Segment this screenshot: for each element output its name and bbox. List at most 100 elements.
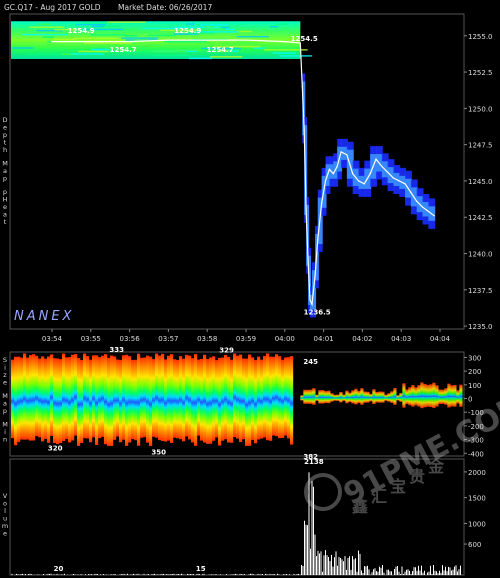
size-heat-column-post (450, 385, 453, 406)
size-heat-column-post (366, 392, 369, 403)
size-heat-column (134, 360, 137, 440)
size-heat-column (272, 357, 275, 436)
depth-heat-streak (37, 46, 48, 48)
depth-heat-streak (71, 53, 104, 55)
size-heat-column (260, 360, 263, 439)
size-heat-column (23, 353, 26, 439)
depth-heat-streak (78, 51, 108, 53)
size-heat-column (209, 357, 212, 443)
size-heat-column-post (441, 390, 444, 404)
price-point (333, 173, 334, 174)
size-heat-column (284, 358, 287, 436)
size-heat-column (194, 354, 197, 446)
size-heat-column-post (408, 387, 411, 405)
time-tick-label: 04:00 (275, 335, 295, 343)
size-heat-column (137, 354, 140, 446)
size-heat-column (38, 359, 41, 438)
depth-heat-streak (46, 32, 59, 33)
size-heat-column (248, 354, 251, 445)
watermark-logo-char: 汇 (371, 487, 387, 506)
depth-heat-streak (169, 42, 214, 44)
size-heat-column-post (312, 388, 315, 405)
volume-y-tick-label: 2000 (468, 469, 486, 477)
size-heat-column (146, 356, 149, 443)
watermark-logo-char: 鑫 (351, 497, 368, 516)
size-heat-column-post (423, 384, 426, 407)
size-heat-column (80, 360, 83, 443)
size-heat-column (245, 359, 248, 446)
size-heat-column-post (357, 391, 360, 403)
size-heat-column-post (399, 393, 402, 402)
side-label-char: e (3, 530, 7, 538)
price-point (422, 206, 423, 207)
size-heat-column-post (354, 389, 357, 405)
size-heat-column (161, 354, 164, 441)
depth-heat-streak (22, 34, 68, 36)
price-point (410, 192, 411, 193)
size-heat-column-post (378, 391, 381, 402)
depth-heat-streak (186, 23, 194, 25)
size-heat-column (275, 354, 278, 436)
size-heat-column (170, 354, 173, 443)
side-label-char: t (4, 218, 7, 226)
size-heat-column (17, 357, 20, 442)
side-label-char: p (3, 175, 7, 183)
price-point (309, 299, 310, 300)
size-heat-column (107, 358, 110, 446)
size-heat-column-post (420, 382, 423, 408)
depth-heat-streak (273, 52, 296, 54)
price-point (416, 201, 417, 202)
depth-map-axes: 1255.01252.51250.01247.51245.01242.51240… (464, 33, 493, 331)
time-tick-label: 03:56 (120, 335, 141, 343)
size-heat-column (167, 356, 170, 441)
price-point (284, 41, 285, 42)
size-heat-column-post (327, 391, 330, 404)
volume-y-tick-label: 1000 (468, 520, 486, 528)
size-heat-column (266, 353, 269, 440)
watermark-logo-char: 金 (427, 457, 445, 476)
size-heat-column-post (333, 395, 336, 401)
price-point (340, 151, 341, 152)
size-heat-column (176, 360, 179, 438)
size-heat-column-post (351, 390, 354, 403)
price-point (245, 40, 246, 41)
size-heat-column (62, 354, 65, 441)
price-point (404, 183, 405, 184)
depth-value-label: 1254.7 (207, 46, 234, 54)
price-point (129, 41, 130, 42)
depth-heat-streak (76, 24, 106, 26)
size-heat-column-post (375, 392, 378, 402)
size-heat-column-post (324, 391, 327, 403)
size-heat-column (173, 359, 176, 437)
depth-heat-streak (148, 35, 176, 37)
price-point (168, 40, 169, 41)
time-tick-label: 04:03 (391, 335, 411, 343)
size-heat-column (254, 360, 257, 443)
depth-heat-streak (124, 35, 138, 37)
size-heat-column-post (459, 385, 462, 407)
depth-value-label: 1254.7 (110, 46, 137, 54)
time-tick-label: 03:58 (197, 335, 217, 343)
depth-y-tick-label: 1240.0 (468, 251, 493, 259)
size-heat-column (236, 356, 239, 439)
price-point (381, 166, 382, 167)
size-heat-column (125, 355, 128, 446)
size-heat-column (128, 356, 131, 442)
size-value-label: 350 (151, 448, 166, 456)
size-heat-column-post (330, 393, 333, 401)
price-point (317, 238, 318, 239)
size-heat-column (47, 356, 50, 442)
size-heat-column-post (306, 390, 309, 404)
size-heat-column-post (396, 395, 399, 400)
side-label-char: e (3, 379, 7, 387)
size-heat-column (122, 355, 125, 439)
market-date: Market Date: 06/26/2017 (118, 3, 212, 12)
size-heat-column (200, 359, 203, 441)
size-heat-column-post (411, 385, 414, 407)
size-y-tick-label: 200 (468, 368, 481, 376)
depth-value-label: 1236.5 (304, 308, 331, 316)
depth-heat-streak (270, 26, 278, 28)
depth-heat-streak (164, 41, 206, 43)
volume-axes: 2000 1500 1000 600 (464, 469, 486, 549)
size-heat-column (149, 357, 152, 446)
